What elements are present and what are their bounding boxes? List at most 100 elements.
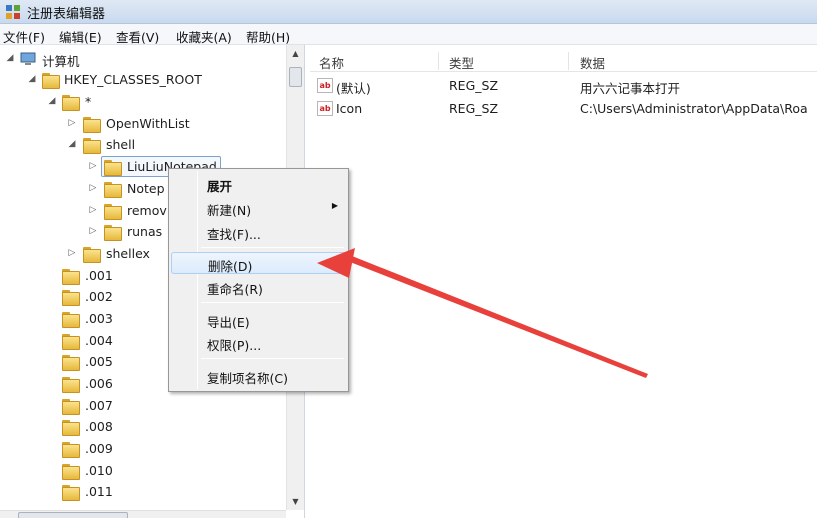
menu-separator	[201, 358, 344, 359]
menu-favorites[interactable]: 收藏夹(A)	[176, 27, 232, 46]
collapse-arrow-icon[interactable]: ◢	[67, 139, 77, 149]
tree-node-extension[interactable]: .011	[0, 482, 285, 503]
tree-node-openwithlist[interactable]: ▷ OpenWithList	[0, 114, 285, 135]
expand-arrow-icon[interactable]: ▷	[67, 248, 77, 258]
menu-separator	[201, 247, 344, 248]
menu-view[interactable]: 查看(V)	[116, 27, 159, 46]
folder-icon	[62, 420, 80, 436]
menu-item-label: 查找(F)...	[207, 227, 261, 242]
tree-node-star[interactable]: ◢ *	[0, 92, 285, 113]
value-row-default[interactable]: ab (默认) REG_SZ 用六六记事本打开	[310, 75, 817, 97]
arrow-shaft	[350, 256, 648, 378]
scroll-up-arrow-icon[interactable]: ▲	[287, 45, 304, 62]
menu-file[interactable]: 文件(F)	[3, 27, 45, 46]
folder-icon	[62, 95, 80, 111]
expand-arrow-icon[interactable]: ▷	[88, 161, 98, 171]
folder-icon	[62, 485, 80, 501]
regedit-app-icon	[6, 5, 20, 19]
computer-icon	[20, 52, 36, 65]
folder-icon	[62, 269, 80, 285]
folder-icon	[62, 399, 80, 415]
collapse-arrow-icon[interactable]: ◢	[27, 74, 37, 84]
menu-help[interactable]: 帮助(H)	[246, 27, 290, 46]
expand-arrow-icon[interactable]: ▷	[88, 205, 98, 215]
title-bar: 注册表编辑器	[0, 0, 817, 24]
tree-label: remov	[127, 203, 167, 218]
value-type: REG_SZ	[449, 101, 499, 116]
tree-label: .005	[85, 354, 113, 369]
tree-label: .011	[85, 484, 113, 499]
folder-icon	[62, 355, 80, 371]
menu-item-permissions[interactable]: 权限(P)...	[171, 332, 346, 354]
value-name: Icon	[336, 101, 363, 116]
tree-label: .001	[85, 268, 113, 283]
menu-item-expand[interactable]: 展开	[171, 173, 346, 195]
menu-bar: 文件(F) 编辑(E) 查看(V) 收藏夹(A) 帮助(H)	[0, 24, 817, 45]
folder-icon	[62, 334, 80, 350]
tree-label: shellex	[106, 246, 150, 261]
tree-node-computer[interactable]: ◢ 计算机	[0, 49, 285, 70]
scroll-thumb[interactable]	[18, 512, 128, 518]
expand-arrow-icon[interactable]: ▷	[67, 118, 77, 128]
folder-icon	[42, 73, 60, 89]
menu-item-label: 权限(P)...	[207, 338, 262, 353]
menu-item-delete[interactable]: 删除(D)	[171, 252, 346, 274]
tree-label: runas	[127, 224, 163, 239]
expand-arrow-icon[interactable]: ▷	[88, 226, 98, 236]
tree-node-extension[interactable]: .008	[0, 417, 285, 438]
menu-item-new[interactable]: 新建(N) ▶	[171, 197, 346, 219]
tree-label: .009	[85, 441, 113, 456]
folder-icon	[62, 442, 80, 458]
tree-label: Notep	[127, 181, 165, 196]
value-name: (默认)	[336, 81, 371, 96]
folder-icon	[83, 138, 101, 154]
folder-icon	[62, 464, 80, 480]
window-title: 注册表编辑器	[27, 7, 106, 22]
collapse-arrow-icon[interactable]: ◢	[47, 96, 57, 106]
collapse-arrow-icon[interactable]: ◢	[5, 53, 15, 63]
tree-label: .010	[85, 463, 113, 478]
tree-horizontal-scrollbar[interactable]	[0, 510, 286, 518]
tree-node-extension[interactable]: .009	[0, 439, 285, 460]
tree-label: shell	[106, 137, 136, 152]
menu-edit[interactable]: 编辑(E)	[59, 27, 102, 46]
context-menu: 展开 新建(N) ▶ 查找(F)... 删除(D) 重命名(R) 导出(E) 权…	[168, 168, 349, 392]
column-divider[interactable]	[568, 52, 569, 70]
folder-icon	[83, 247, 101, 263]
menu-item-find[interactable]: 查找(F)...	[171, 221, 346, 243]
folder-icon	[104, 204, 122, 220]
tree-label: .007	[85, 398, 113, 413]
menu-item-rename[interactable]: 重命名(R)	[171, 276, 346, 298]
value-data: C:\Users\Administrator\AppData\Roa	[580, 101, 808, 116]
menu-item-label: 新建(N)	[207, 203, 252, 218]
tree-label: .008	[85, 419, 113, 434]
menu-item-label: 删除(D)	[208, 259, 253, 274]
folder-icon	[104, 225, 122, 241]
tree-label: *	[85, 94, 92, 109]
column-header-data[interactable]: 数据	[580, 53, 605, 72]
submenu-arrow-icon: ▶	[331, 201, 338, 210]
tree-node-shell[interactable]: ◢ shell	[0, 135, 285, 156]
scroll-down-arrow-icon[interactable]: ▼	[287, 493, 304, 510]
menu-item-label: 导出(E)	[207, 315, 250, 330]
tree-label: .003	[85, 311, 113, 326]
column-divider[interactable]	[438, 52, 439, 70]
column-header-name[interactable]: 名称	[319, 53, 344, 72]
tree-label: .004	[85, 333, 113, 348]
values-list-header: 名称 类型 数据	[310, 50, 817, 72]
tree-node-extension[interactable]: .007	[0, 396, 285, 417]
menu-item-export[interactable]: 导出(E)	[171, 309, 346, 331]
folder-icon	[62, 377, 80, 393]
tree-node-hkey-classes-root[interactable]: ◢ HKEY_CLASSES_ROOT	[0, 70, 285, 91]
tree-node-extension[interactable]: .010	[0, 461, 285, 482]
folder-icon	[104, 182, 122, 198]
expand-arrow-icon[interactable]: ▷	[88, 183, 98, 193]
value-row-icon[interactable]: ab Icon REG_SZ C:\Users\Administrator\Ap…	[310, 98, 817, 120]
scroll-thumb[interactable]	[289, 67, 302, 87]
menu-item-label: 复制项名称(C)	[207, 371, 288, 386]
value-data: 用六六记事本打开	[580, 81, 681, 96]
menu-item-copy-key-name[interactable]: 复制项名称(C)	[171, 365, 346, 387]
folder-icon	[104, 160, 122, 176]
string-value-icon: ab	[317, 78, 333, 93]
column-header-type[interactable]: 类型	[449, 53, 474, 72]
